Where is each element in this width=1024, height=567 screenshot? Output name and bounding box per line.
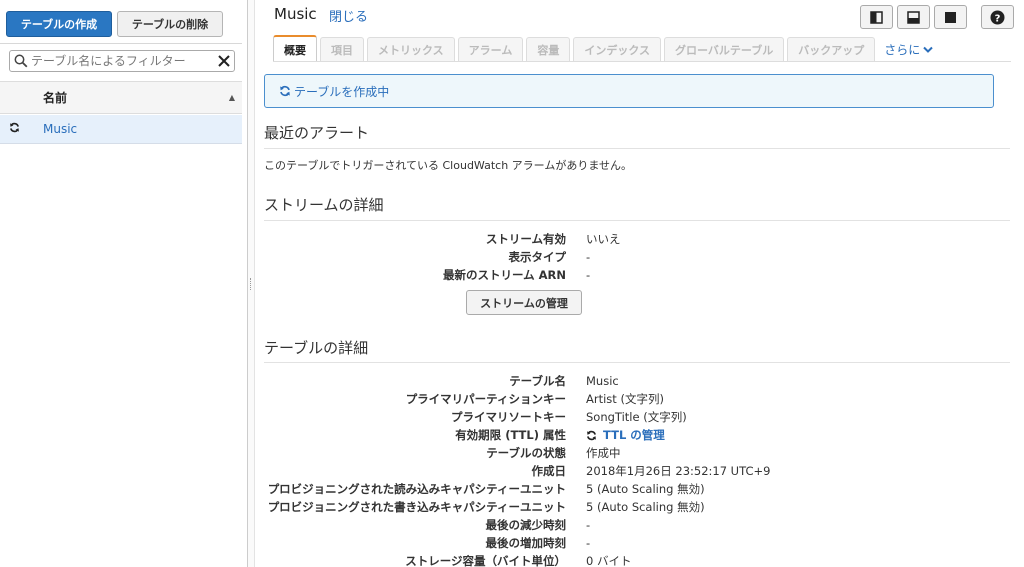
refresh-icon [586, 430, 597, 441]
table-name-link[interactable]: Music [43, 122, 77, 136]
detail-row-value: - [586, 536, 591, 550]
detail-row: 作成日 2018年1月26日 23:52:17 UTC+9 [256, 462, 1016, 480]
help-icon: ? [990, 10, 1005, 25]
status-alert: テーブルを作成中 [264, 74, 994, 108]
detail-row-key: プロビジョニングされた書き込みキャパシティーユニット [267, 500, 566, 514]
detail-row: テーブル名 Music [256, 372, 1016, 390]
tab-overview[interactable]: 概要 [273, 35, 317, 62]
stream-row: ストリーム有効 いいえ [256, 230, 1016, 248]
alerts-section-title: 最近のアラート [264, 124, 370, 142]
fullscreen-icon [944, 11, 957, 24]
section-divider [264, 148, 1010, 149]
close-icon[interactable] [218, 55, 230, 67]
help-button[interactable]: ? [981, 5, 1014, 29]
table-row[interactable]: Music [0, 115, 242, 144]
detail-row-key: 有効期限 (TTL) 属性 [455, 428, 566, 442]
table-section-title: テーブルの詳細 [264, 339, 369, 357]
refresh-icon [279, 85, 291, 97]
detail-row-value: - [586, 518, 591, 532]
tab-items[interactable]: 項目 [320, 37, 364, 62]
tab-indexes[interactable]: インデックス [573, 37, 662, 62]
sort-up-icon: ▲ [228, 93, 235, 102]
tab-more-label: さらに [884, 43, 921, 57]
table-detail-panel: Music 閉じる ? 概要 項目 メトリックス アラーム 容量 インデックス [256, 0, 1024, 567]
tab-more[interactable]: さらに [878, 37, 943, 62]
tab-metrics[interactable]: メトリックス [367, 37, 455, 62]
stream-row-key: 表示タイプ [508, 250, 567, 264]
detail-row-key: プロビジョニングされた読み込みキャパシティーユニット [267, 482, 566, 496]
panel-splitter[interactable] [247, 0, 255, 567]
stream-row: 最新のストリーム ARN - [256, 266, 1016, 284]
detail-row: 有効期限 (TTL) 属性 TTL の管理 [256, 426, 1016, 444]
filter-box [9, 50, 235, 72]
column-header-name[interactable]: 名前 ▲ [0, 81, 242, 114]
tab-divider [273, 61, 1011, 62]
status-alert-text: テーブルを作成中 [294, 84, 390, 99]
create-table-button[interactable]: テーブルの作成 [6, 11, 112, 37]
fullscreen-button[interactable] [934, 5, 967, 29]
detail-row-key: テーブル名 [509, 374, 566, 388]
ttl-manage-link[interactable]: TTL の管理 [586, 427, 665, 443]
detail-row-key: プライマリパーティションキー [405, 392, 566, 406]
section-divider [264, 220, 1010, 221]
detail-row-value: 5 (Auto Scaling 無効) [586, 482, 705, 496]
stream-section-title: ストリームの詳細 [264, 196, 384, 214]
split-vertical-icon [870, 10, 883, 24]
table-list-panel: テーブルの作成 テーブルの削除 名前 ▲ Music [0, 0, 242, 567]
alerts-message: このテーブルでトリガーされている CloudWatch アラームがありません。 [264, 159, 633, 172]
tab-capacity[interactable]: 容量 [526, 37, 571, 62]
detail-row: プライマリパーティションキー Artist (文字列) [256, 390, 1016, 408]
detail-row-key: 作成日 [531, 464, 567, 478]
filter-input[interactable] [31, 54, 218, 68]
page-title: Music [274, 5, 317, 23]
manage-stream-button[interactable]: ストリームの管理 [466, 290, 582, 315]
column-header-label: 名前 [43, 91, 68, 105]
drag-handle[interactable] [250, 278, 252, 290]
detail-row-value: 0 バイト [586, 554, 632, 567]
layout-toggle-group [860, 5, 967, 29]
detail-row-value: 2018年1月26日 23:52:17 UTC+9 [586, 464, 771, 478]
detail-row: プライマリソートキー SongTitle (文字列) [256, 408, 1016, 426]
detail-row-key: 最後の減少時刻 [485, 518, 567, 532]
toolbar-divider [0, 43, 242, 44]
detail-row: プロビジョニングされた読み込みキャパシティーユニット 5 (Auto Scali… [256, 480, 1016, 498]
detail-row-key: プライマリソートキー [451, 410, 566, 424]
section-divider [264, 362, 1010, 363]
chevron-down-icon [923, 46, 933, 54]
stream-row-value: いいえ [586, 232, 621, 246]
detail-row-key: ストレージ容量（バイト単位） [405, 554, 566, 567]
close-link[interactable]: 閉じる [329, 6, 368, 25]
detail-row: ストレージ容量（バイト単位） 0 バイト [256, 552, 1016, 567]
stream-row-key: ストリーム有効 [485, 232, 566, 246]
detail-row: 最後の増加時刻 - [256, 534, 1016, 552]
detail-row-value: 作成中 [586, 446, 621, 460]
detail-row: 最後の減少時刻 - [256, 516, 1016, 534]
delete-table-button[interactable]: テーブルの削除 [117, 11, 223, 37]
tab-backups[interactable]: バックアップ [787, 37, 876, 62]
tab-global-tables[interactable]: グローバルテーブル [664, 37, 785, 62]
split-vertical-button[interactable] [860, 5, 893, 29]
detail-row-key: 最後の増加時刻 [485, 536, 567, 550]
stream-row-key: 最新のストリーム ARN [442, 268, 566, 282]
refresh-icon [9, 122, 25, 136]
detail-row-value: Music [586, 374, 619, 388]
search-icon [14, 54, 28, 68]
ttl-manage-label: TTL の管理 [603, 428, 665, 442]
split-horizontal-icon [907, 10, 920, 24]
detail-row-value: SongTitle (文字列) [586, 410, 687, 424]
detail-row: プロビジョニングされた書き込みキャパシティーユニット 5 (Auto Scali… [256, 498, 1016, 516]
detail-row-value: 5 (Auto Scaling 無効) [586, 500, 705, 514]
tab-alarms[interactable]: アラーム [457, 37, 524, 62]
detail-row-value: Artist (文字列) [586, 392, 664, 406]
stream-row-value: - [586, 268, 591, 282]
split-horizontal-button[interactable] [897, 5, 930, 29]
svg-text:?: ? [995, 13, 1001, 24]
detail-row-key: テーブルの状態 [486, 446, 566, 460]
stream-row-value: - [586, 250, 591, 264]
detail-row: テーブルの状態 作成中 [256, 444, 1016, 462]
stream-row: 表示タイプ - [256, 248, 1016, 266]
detail-tabs: 概要 項目 メトリックス アラーム 容量 インデックス グローバルテーブル バッ… [273, 35, 946, 62]
